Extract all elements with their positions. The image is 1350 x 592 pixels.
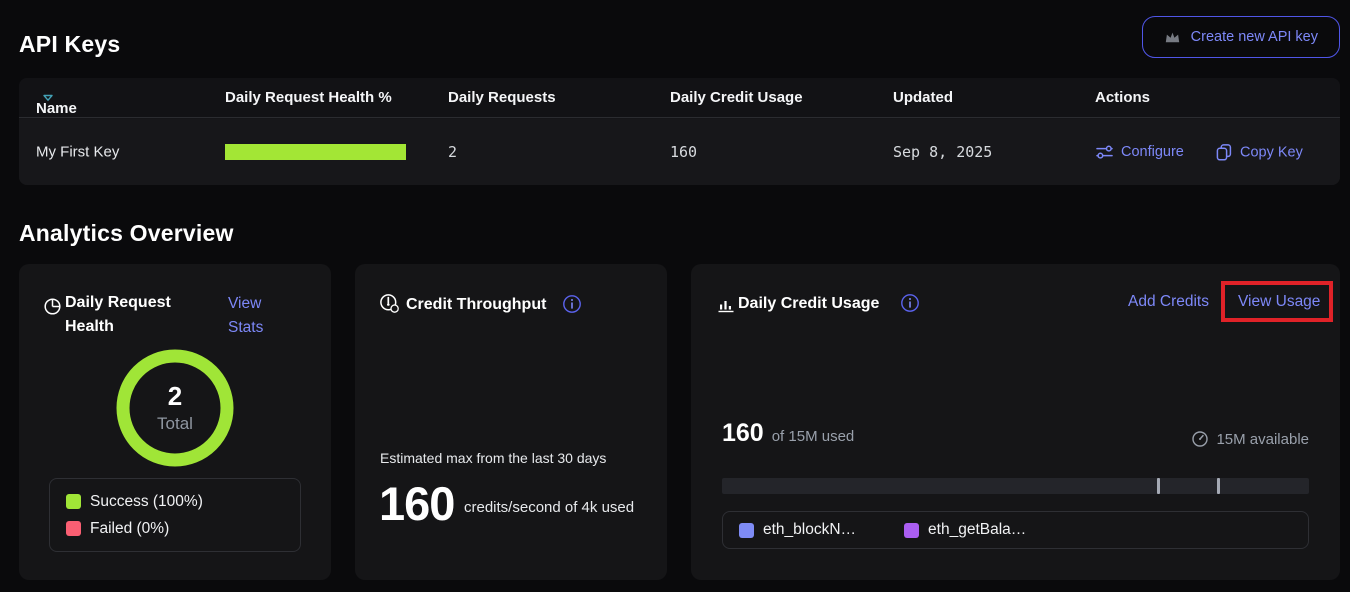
- success-swatch: [66, 494, 81, 509]
- health-legend-box: Success (100%) Failed (0%): [49, 478, 301, 552]
- health-bar-fill: [225, 144, 406, 160]
- daily-requests-value: 2: [448, 143, 457, 161]
- key-name: My First Key: [36, 144, 119, 161]
- column-health: Daily Request Health %: [225, 89, 392, 106]
- create-api-key-label: Create new API key: [1191, 29, 1318, 45]
- legend-item-failed: Failed (0%): [66, 520, 284, 538]
- card-title: Credit Throughput: [406, 293, 546, 317]
- table-header-row: Name Daily Request Health % Daily Reques…: [19, 78, 1340, 118]
- failed-swatch: [66, 521, 81, 536]
- bar-chart-icon: [717, 296, 735, 314]
- available-label: 15M available: [1216, 431, 1309, 448]
- throughput-unit: credits/second of 4k used: [464, 498, 636, 517]
- info-icon[interactable]: [900, 293, 920, 313]
- usage-suffix: of 15M used: [772, 428, 855, 445]
- card-daily-credit-usage: Daily Credit Usage Add Credits View Usag…: [691, 264, 1340, 580]
- column-requests: Daily Requests: [448, 89, 556, 106]
- updated-value: Sep 8, 2025: [893, 143, 992, 161]
- column-actions: Actions: [1095, 89, 1150, 106]
- donut-center: 2 Total: [113, 346, 237, 470]
- legend-item-success: Success (100%): [66, 493, 284, 511]
- table-row: My First Key 2 160 Sep 8, 2025 Configure…: [19, 119, 1340, 185]
- copy-icon: [1215, 143, 1233, 162]
- success-label: Success (100%): [90, 493, 203, 511]
- info-icon[interactable]: [562, 294, 582, 314]
- health-bar: [225, 144, 406, 160]
- create-api-key-button[interactable]: Create new API key: [1142, 16, 1340, 58]
- donut-total-label: Total: [157, 414, 193, 434]
- usage-tick: [1217, 478, 1220, 494]
- card-credit-throughput: Credit Throughput Estimated max from the…: [355, 264, 667, 580]
- column-name-label: Name: [36, 100, 77, 117]
- gauge-icon: [379, 293, 400, 314]
- throughput-subtitle: Estimated max from the last 30 days: [380, 450, 606, 466]
- eth-getbalance-label: eth_getBala…: [928, 521, 1026, 539]
- column-credit-usage: Daily Credit Usage: [670, 89, 803, 106]
- usage-legend-box: eth_blockN… eth_getBala…: [722, 511, 1309, 549]
- pie-chart-icon: [43, 297, 62, 316]
- usage-value: 160: [722, 419, 764, 448]
- column-updated: Updated: [893, 89, 953, 106]
- availability-meter-icon: [1191, 430, 1209, 448]
- throughput-value: 160: [379, 476, 454, 531]
- view-stats-link[interactable]: View Stats: [228, 292, 286, 340]
- analytics-title: Analytics Overview: [19, 220, 234, 247]
- api-keys-table: Name Daily Request Health % Daily Reques…: [19, 78, 1340, 185]
- configure-button[interactable]: Configure: [1095, 143, 1184, 161]
- sliders-icon: [1095, 143, 1114, 161]
- usage-line: 160 of 15M used: [722, 419, 854, 448]
- eth-getbalance-swatch: [904, 523, 919, 538]
- available-indicator: 15M available: [1191, 430, 1309, 448]
- failed-label: Failed (0%): [90, 520, 169, 538]
- column-name[interactable]: Name: [36, 89, 54, 106]
- card-title: Daily Request Health: [65, 291, 187, 339]
- copy-key-label: Copy Key: [1240, 144, 1303, 160]
- usage-progress-bar: [722, 478, 1309, 494]
- daily-credit-usage-value: 160: [670, 143, 697, 161]
- legend-item-eth-getbalance: eth_getBala…: [904, 521, 1026, 539]
- donut-total-value: 2: [168, 382, 182, 410]
- view-usage-link[interactable]: View Usage: [1238, 293, 1320, 311]
- usage-tick: [1157, 478, 1160, 494]
- eth-blocknumber-label: eth_blockN…: [763, 521, 856, 539]
- configure-label: Configure: [1121, 144, 1184, 160]
- add-credits-link[interactable]: Add Credits: [1128, 293, 1209, 311]
- eth-blocknumber-swatch: [739, 523, 754, 538]
- card-daily-request-health: Daily Request Health View Stats 2 Total …: [19, 264, 331, 580]
- copy-key-button[interactable]: Copy Key: [1215, 143, 1303, 162]
- crown-icon: [1164, 30, 1181, 45]
- legend-item-eth-blocknumber: eth_blockN…: [739, 521, 856, 539]
- card-title: Daily Credit Usage: [738, 292, 879, 316]
- page-title: API Keys: [19, 31, 120, 58]
